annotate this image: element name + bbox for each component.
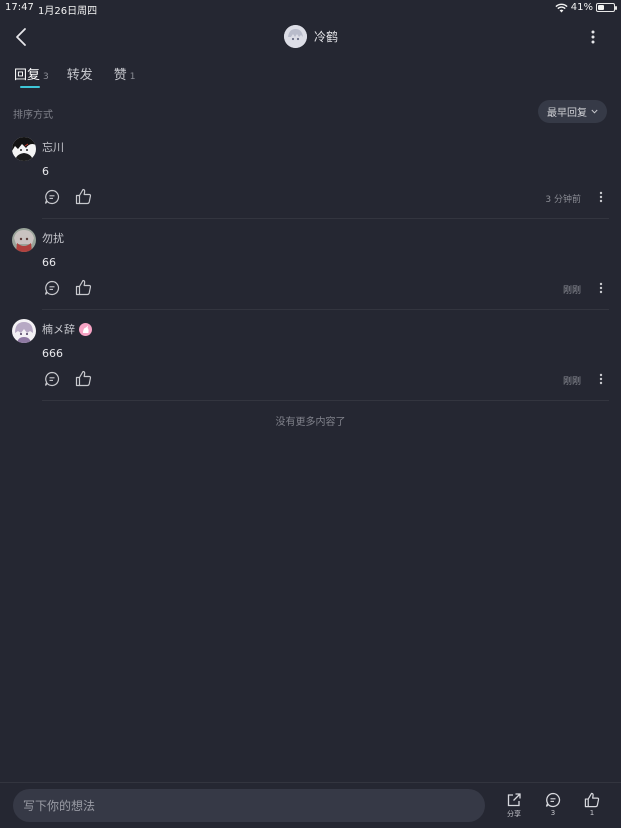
avatar[interactable]	[12, 228, 36, 252]
comment-item: 楠メ辞 666 刚刚	[0, 319, 621, 410]
chevron-down-icon	[591, 109, 598, 114]
divider	[42, 309, 609, 310]
unicorn-badge-icon	[79, 322, 92, 336]
status-bar: 17:47 1月26日周四 41%	[0, 0, 621, 17]
tab-likes-label: 赞	[113, 68, 127, 83]
thumbs-up-icon[interactable]	[75, 188, 92, 205]
comment-author[interactable]: 楠メ辞	[42, 321, 92, 337]
tab-replies[interactable]: 回复 3	[14, 64, 49, 92]
thumbs-up-icon[interactable]	[75, 370, 92, 387]
comment-author-name: 楠メ辞	[42, 323, 75, 336]
avatar-dark-hair-icon	[12, 137, 36, 161]
avatar[interactable]	[12, 137, 36, 161]
comment-input-box[interactable]	[13, 789, 485, 822]
anime-avatar-icon	[284, 25, 307, 48]
more-vertical-icon[interactable]	[596, 281, 606, 295]
comments-button[interactable]: 3	[541, 792, 565, 817]
end-of-list-note: 没有更多内容了	[275, 417, 346, 428]
tab-likes-count: 1	[129, 72, 136, 82]
status-date: 1月26日周四	[38, 6, 98, 17]
share-button[interactable]: 分享	[502, 792, 526, 819]
sort-dropdown[interactable]: 最早回复	[538, 100, 607, 123]
sort-value: 最早回复	[547, 108, 587, 119]
status-right: 41%	[555, 2, 617, 13]
comment-time: 刚刚	[562, 377, 581, 387]
tab-active-indicator	[20, 86, 40, 88]
avatar-anime-girl-icon	[12, 319, 36, 343]
comment-bubble-icon[interactable]	[44, 280, 60, 296]
share-icon	[507, 793, 521, 807]
back-arrow-icon[interactable]	[12, 26, 32, 48]
wifi-icon	[555, 3, 568, 12]
thumbs-up-icon[interactable]	[75, 279, 92, 296]
battery-icon	[596, 3, 617, 12]
comment-bubble-icon[interactable]	[44, 189, 60, 205]
tab-bar: 回复 3 转发 赞 1	[14, 64, 136, 92]
tab-reposts-label: 转发	[66, 68, 93, 83]
comment-text: 6	[42, 165, 49, 178]
author-avatar[interactable]	[284, 25, 307, 48]
more-vertical-icon[interactable]	[596, 190, 606, 204]
like-button[interactable]: 1	[580, 792, 604, 817]
comment-time: 3 分钟前	[545, 195, 581, 205]
comment-author-name: 忘川	[42, 141, 64, 154]
battery-fill	[598, 5, 605, 10]
sort-label: 排序方式	[13, 110, 53, 121]
comment-count: 3	[550, 809, 556, 817]
comment-author-name: 勿扰	[42, 232, 64, 245]
divider	[42, 400, 609, 401]
thumbs-up-icon	[584, 792, 600, 808]
comment-input[interactable]	[13, 789, 485, 822]
more-vertical-icon[interactable]	[585, 27, 601, 47]
like-count: 1	[589, 809, 595, 817]
comment-text: 66	[42, 256, 56, 269]
comment-item: 忘川 6 3 分钟前	[0, 137, 621, 228]
nav-bar: 冷鹤	[0, 20, 621, 54]
tab-replies-count: 3	[43, 72, 49, 82]
comment-time: 刚刚	[562, 286, 581, 296]
title-group[interactable]: 冷鹤	[284, 25, 338, 48]
more-vertical-icon[interactable]	[596, 372, 606, 386]
tab-reposts[interactable]: 转发	[67, 64, 96, 92]
status-time: 17:47	[5, 2, 34, 13]
comment-text: 666	[42, 347, 63, 360]
share-label: 分享	[507, 810, 521, 818]
tab-replies-label: 回复	[14, 68, 41, 83]
comment-item: 勿扰 66 刚刚	[0, 228, 621, 319]
avatar-anime-icon	[12, 228, 36, 252]
comment-author[interactable]: 勿扰	[42, 230, 64, 246]
comment-bubble-icon	[545, 792, 561, 808]
avatar[interactable]	[12, 319, 36, 343]
sort-row: 排序方式 最早回复	[0, 100, 621, 124]
page-title: 冷鹤	[314, 30, 339, 44]
bottom-bar: 分享 3 1	[0, 782, 621, 828]
comment-bubble-icon[interactable]	[44, 371, 60, 387]
comment-author[interactable]: 忘川	[42, 139, 64, 155]
tab-likes[interactable]: 赞 1	[114, 64, 136, 92]
divider	[42, 218, 609, 219]
battery-percent: 41%	[570, 2, 593, 13]
